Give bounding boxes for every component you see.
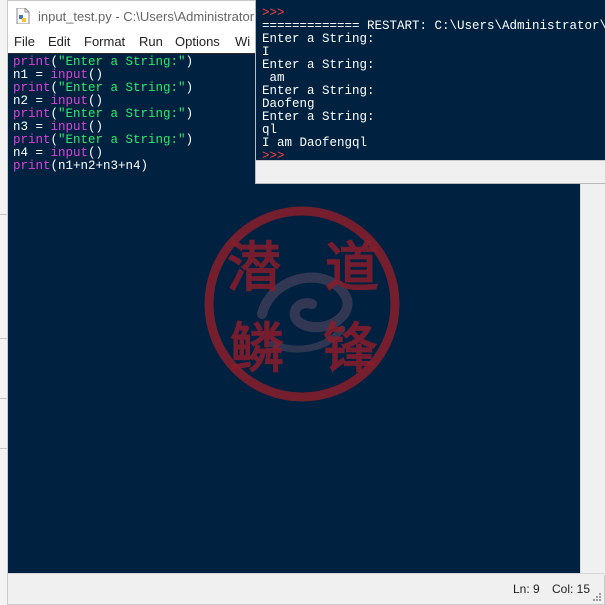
- code-keyword: input: [50, 146, 89, 160]
- code-text-token: (): [88, 146, 104, 160]
- code-text-token: n2 =: [13, 94, 51, 108]
- code-string: "Enter a String:": [58, 81, 186, 95]
- code-text-token: ): [185, 133, 194, 147]
- shell-output-line: Enter a String:: [262, 58, 375, 72]
- resize-grip-icon[interactable]: [592, 592, 602, 602]
- code-keyword: input: [50, 68, 89, 82]
- code-text-token: n1 =: [13, 68, 51, 82]
- code-keyword: print: [13, 159, 51, 173]
- code-text-token: (): [88, 94, 104, 108]
- code-text-token: (: [50, 133, 59, 147]
- menu-edit[interactable]: Edit: [48, 34, 70, 49]
- shell-output-line: I am Daofengql: [262, 136, 368, 150]
- code-text-token: ): [185, 55, 194, 69]
- code-text-token: (: [50, 107, 59, 121]
- shell-output-line: Enter a String:: [262, 110, 375, 124]
- code-text-token: (: [50, 81, 59, 95]
- code-text-token: (: [50, 55, 59, 69]
- code-text-token: ): [185, 107, 194, 121]
- shell-output-line: [262, 0, 605, 7]
- code-keyword: input: [50, 94, 89, 108]
- code-text-token: (): [88, 68, 104, 82]
- column-number-status: Col: 15: [552, 582, 591, 596]
- shell-scroll-area[interactable]: [256, 160, 605, 183]
- menu-options[interactable]: Options: [175, 34, 220, 49]
- window-title: input_test.py - C:\Users\Administrator: [38, 9, 255, 24]
- code-text-token: ): [185, 81, 194, 95]
- code-keyword: print: [13, 55, 51, 69]
- code-text[interactable]: print("Enter a String:") n1 = input() prin…: [13, 56, 193, 173]
- python-file-icon: [16, 8, 30, 24]
- code-string: "Enter a String:": [58, 133, 186, 147]
- menu-format[interactable]: Format: [84, 34, 125, 49]
- menu-window[interactable]: Wi: [235, 34, 250, 49]
- line-number-status: Ln: 9: [513, 582, 540, 596]
- seal-char: 锋: [323, 316, 378, 380]
- shell-output-line: Enter a String:: [262, 32, 375, 46]
- code-string: "Enter a String:": [58, 107, 186, 121]
- seal-watermark: 潜 道 鳞 锋: [204, 206, 400, 402]
- code-text-token: (): [88, 120, 104, 134]
- code-keyword: print: [13, 133, 51, 147]
- menu-run[interactable]: Run: [139, 34, 163, 49]
- code-keyword: print: [13, 107, 51, 121]
- seal-char: 道: [325, 235, 379, 299]
- shell-output[interactable]: >>> ============= RESTART: C:\Users\Admin…: [262, 0, 605, 163]
- code-keyword: print: [13, 81, 51, 95]
- code-string: "Enter a String:": [58, 55, 186, 69]
- menu-file[interactable]: File: [14, 34, 35, 49]
- status-bar: Ln: 9 Col: 15: [8, 573, 604, 604]
- code-text-token: n4 =: [13, 146, 51, 160]
- python-shell-window: >>> ============= RESTART: C:\Users\Admin…: [255, 0, 605, 184]
- code-line[interactable]: print(n1+n2+n3+n4): [13, 160, 193, 173]
- seal-char: 鳞: [230, 316, 284, 380]
- code-keyword: input: [50, 120, 89, 134]
- code-text-token: (n1+n2+n3+n4): [50, 159, 149, 173]
- code-text-token: n3 =: [13, 120, 51, 134]
- seal-char: 潜: [227, 235, 281, 299]
